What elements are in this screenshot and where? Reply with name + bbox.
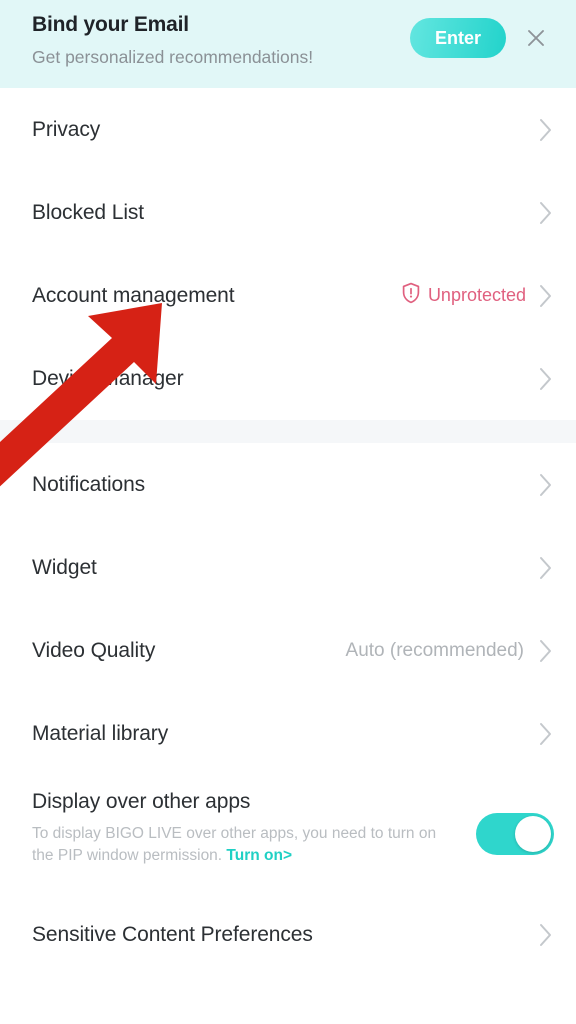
row-label: Material library xyxy=(32,721,169,745)
settings-group-general: Notifications Widget Video Quality Auto … xyxy=(0,443,576,976)
settings-row-blocked-list[interactable]: Blocked List xyxy=(0,171,576,254)
settings-row-sensitive-content[interactable]: Sensitive Content Preferences xyxy=(0,893,576,976)
chevron-right-icon xyxy=(538,921,554,949)
chevron-right-icon xyxy=(538,282,554,310)
row-label: Account management xyxy=(32,283,235,307)
row-value-video-quality: Auto (recommended) xyxy=(345,639,524,661)
display-over-apps-description: To display BIGO LIVE over other apps, yo… xyxy=(32,823,442,867)
chevron-right-icon xyxy=(538,199,554,227)
row-label: Display over other apps xyxy=(32,790,251,813)
banner-title: Bind your Email xyxy=(32,13,189,36)
bind-email-banner: Bind your Email Get personalized recomme… xyxy=(0,0,576,88)
display-over-apps-toggle[interactable] xyxy=(476,813,554,855)
row-label: Privacy xyxy=(32,117,101,141)
settings-row-display-over-apps: Display over other apps To display BIGO … xyxy=(0,775,576,893)
settings-row-video-quality[interactable]: Video Quality Auto (recommended) xyxy=(0,609,576,692)
row-label: Widget xyxy=(32,555,97,579)
settings-row-widget[interactable]: Widget xyxy=(0,526,576,609)
chevron-right-icon xyxy=(538,471,554,499)
row-label: Device Manager xyxy=(32,366,184,390)
enter-button[interactable]: Enter xyxy=(410,18,506,58)
settings-row-device-manager[interactable]: Device Manager xyxy=(0,337,576,420)
badge-label: Unprotected xyxy=(427,285,526,305)
settings-row-account-management[interactable]: Account management Unprotected xyxy=(0,254,576,337)
chevron-right-icon xyxy=(538,116,554,144)
settings-group-account: Privacy Blocked List Account management xyxy=(0,88,576,420)
settings-row-notifications[interactable]: Notifications xyxy=(0,443,576,526)
row-label: Blocked List xyxy=(32,200,145,224)
row-label: Video Quality xyxy=(32,638,156,662)
row-label: Sensitive Content Preferences xyxy=(32,922,313,946)
shield-alert-icon xyxy=(401,282,421,309)
banner-text-block: Bind your Email Get personalized recomme… xyxy=(32,10,410,69)
chevron-right-icon xyxy=(538,720,554,748)
toggle-knob xyxy=(515,816,551,852)
turn-on-link[interactable]: Turn on> xyxy=(226,847,292,864)
chevron-right-icon xyxy=(538,554,554,582)
banner-subtitle: Get personalized recommendations! xyxy=(32,47,314,67)
close-icon xyxy=(525,27,547,49)
banner-actions: Enter xyxy=(410,10,552,58)
section-divider xyxy=(0,420,576,443)
close-banner-button[interactable] xyxy=(520,22,552,54)
status-badge-unprotected: Unprotected xyxy=(401,282,526,309)
settings-row-material-library[interactable]: Material library xyxy=(0,692,576,775)
settings-row-privacy[interactable]: Privacy xyxy=(0,88,576,171)
display-over-apps-text: Display over other apps To display BIGO … xyxy=(32,789,476,867)
settings-screen: Bind your Email Get personalized recomme… xyxy=(0,0,576,1024)
chevron-right-icon xyxy=(538,365,554,393)
chevron-right-icon xyxy=(538,637,554,665)
row-label: Notifications xyxy=(32,472,146,496)
